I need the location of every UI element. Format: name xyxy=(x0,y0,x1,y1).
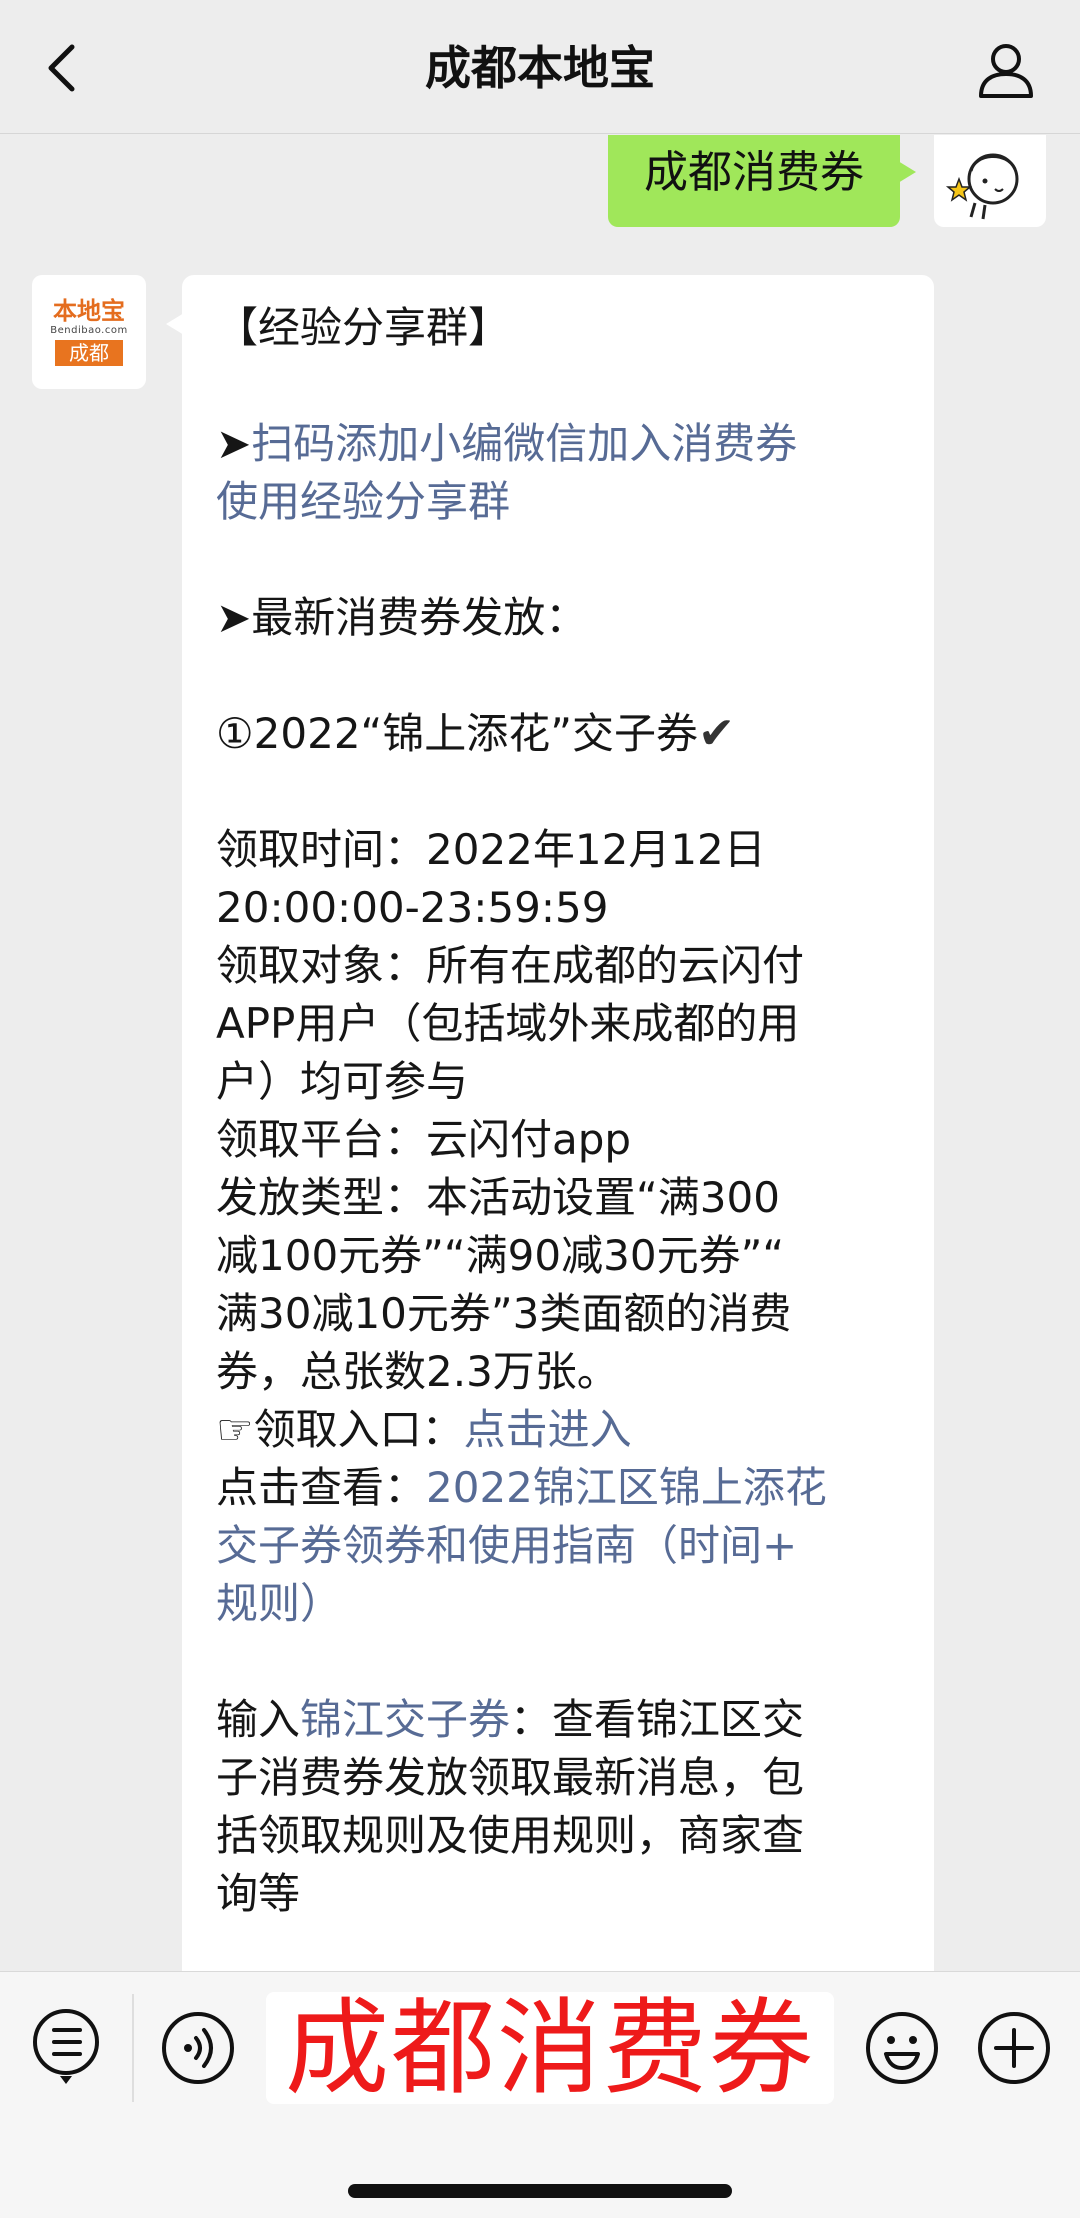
sent-message-bubble[interactable]: 成都消费券 xyxy=(608,135,916,227)
guide-line: 点击查看：2022锦江区锦上添花 xyxy=(216,1463,827,1512)
reply-message-row: 本地宝 Bendibao.com 成都 【经验分享群】 ➤扫码添加小编微信加入消… xyxy=(32,275,934,1971)
guide-link[interactable]: 2022锦江区锦上添花 xyxy=(426,1463,827,1512)
reply-message-bubble[interactable]: 【经验分享群】 ➤扫码添加小编微信加入消费券 使用经验分享群 ➤最新消费券发放：… xyxy=(166,275,934,1971)
message-input[interactable]: 成都消费券 xyxy=(266,1992,834,2104)
menu-list-icon[interactable] xyxy=(28,2008,104,2084)
claim-target: APP用户（包括域外来成都的用 xyxy=(216,999,800,1048)
avatar[interactable]: 本地宝 Bendibao.com 成都 xyxy=(32,275,146,389)
coupon-type: 发放类型：本活动设置“满300 xyxy=(216,1173,780,1222)
claim-platform: 领取平台：云闪付app xyxy=(216,1115,632,1164)
chat-area[interactable]: 成都消费券 本地宝 Bendibao.com 成都 【经验分享群】 ➤扫码添加小… xyxy=(0,135,1080,1971)
coupon-type: 券，总张数2.3万张。 xyxy=(216,1347,619,1396)
coupon-type: 减100元券”“满90减30元券”“ xyxy=(216,1231,785,1280)
sent-message-row: 成都消费券 xyxy=(608,135,1046,227)
emoji-icon[interactable] xyxy=(864,2010,940,2086)
page-title: 成都本地宝 xyxy=(425,41,655,95)
sent-message-text: 成都消费券 xyxy=(644,147,864,198)
claim-time: 领取时间：2022年12月12日 xyxy=(216,825,766,874)
plus-icon[interactable] xyxy=(976,2010,1052,2086)
bendibao-logo-url: Bendibao.com xyxy=(50,325,128,336)
profile-icon[interactable] xyxy=(976,40,1036,100)
bendibao-logo-text: 本地宝 xyxy=(53,296,125,325)
keyword-description: 子消费券发放领取最新消息，包 xyxy=(216,1753,805,1802)
user-avatar-icon xyxy=(945,153,1019,220)
latest-heading: ➤最新消费券发放： xyxy=(216,593,588,642)
check-icon: ✔ xyxy=(698,708,735,759)
message-input-text: 成都消费券 xyxy=(284,1987,815,2109)
entry-line: ☞领取入口：点击进入 xyxy=(216,1405,632,1454)
divider xyxy=(132,1994,134,2102)
keyword-line: 输入锦江交子券：查看锦江区交 xyxy=(216,1695,805,1744)
keyword-description: 询等 xyxy=(216,1869,301,1918)
nav-bar: 成都本地宝 xyxy=(0,0,1080,134)
input-bar: 成都消费券 xyxy=(0,1971,1080,2218)
claim-target: 领取对象：所有在成都的云闪付 xyxy=(216,941,805,990)
guide-link[interactable]: 交子券领券和使用指南（时间+ xyxy=(216,1517,904,1575)
guide-link[interactable]: 规则） xyxy=(216,1575,904,1633)
item-title: ①2022“锦上添花”交子券✔ xyxy=(216,708,735,759)
keyword-description: 括领取规则及使用规则，商家查 xyxy=(216,1811,805,1860)
scan-link[interactable]: 扫码添加小编微信加入消费券 xyxy=(251,419,797,468)
bendibao-logo-city: 成都 xyxy=(55,340,123,366)
claim-time-range: 20:00:00-23:59:59 xyxy=(216,883,609,932)
home-indicator[interactable] xyxy=(348,2184,732,2198)
avatar[interactable] xyxy=(934,135,1046,227)
entry-link[interactable]: 点击进入 xyxy=(464,1405,632,1454)
group-title: 【经验分享群】 xyxy=(216,303,511,352)
scan-line-1: ➤扫码添加小编微信加入消费券 xyxy=(216,419,798,468)
keyword-link[interactable]: 锦江交子券 xyxy=(300,1695,510,1744)
voice-icon[interactable] xyxy=(160,2010,236,2086)
claim-target: 户）均可参与 xyxy=(216,1057,469,1106)
coupon-type: 满30减10元券”3类面额的消费 xyxy=(216,1289,792,1338)
scan-link[interactable]: 使用经验分享群 xyxy=(216,473,904,531)
